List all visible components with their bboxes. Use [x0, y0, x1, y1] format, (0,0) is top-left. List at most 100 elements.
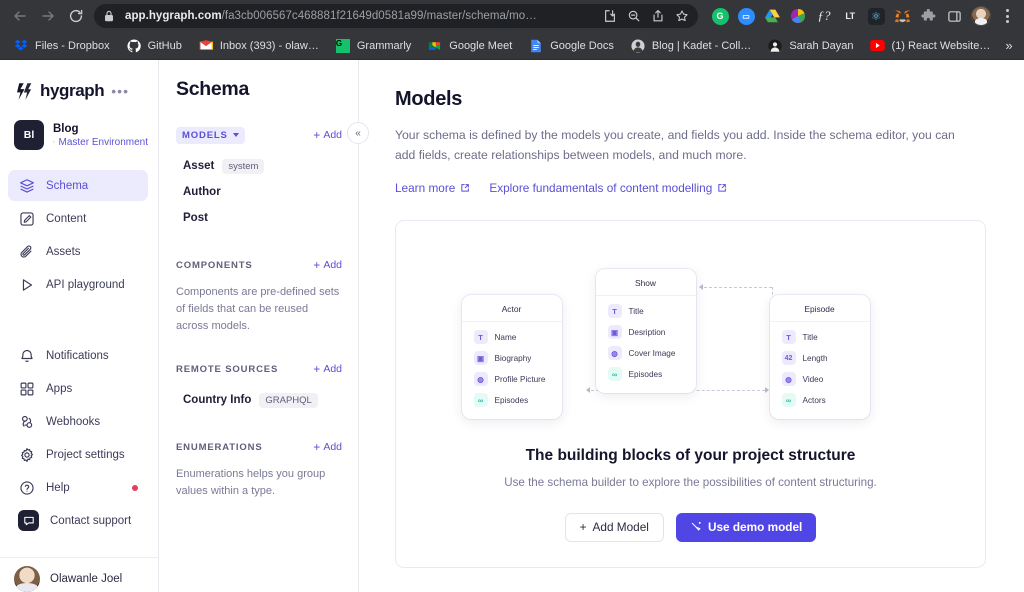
project-name: Blog — [53, 122, 79, 135]
environment-label: Master Environment — [58, 136, 148, 148]
help-links: Learn more Explore fundamentals of conte… — [395, 181, 986, 195]
search-icon[interactable] — [622, 5, 646, 27]
section-title: ENUMERATIONS — [176, 441, 263, 453]
fontanello-extension-icon[interactable]: ƒ? — [812, 4, 836, 28]
sidebar-item-schema[interactable]: Schema — [8, 170, 148, 201]
asset-field-icon: ◍ — [781, 372, 796, 387]
list-item[interactable]: Asset system — [176, 153, 342, 179]
section-label-components: COMPONENTS — [176, 260, 253, 271]
sidebar-item-assets[interactable]: Assets — [8, 236, 148, 267]
bookmark-item[interactable]: Google Docs — [521, 35, 621, 57]
project-switcher[interactable]: Bl Blog Master Environment — [0, 106, 158, 160]
hygraph-mark-icon — [17, 82, 32, 100]
install-icon[interactable] — [598, 5, 622, 27]
list-item[interactable]: Post — [176, 205, 342, 231]
section-models: MODELS + Add Asset system Author Post — [176, 125, 342, 231]
list-item[interactable]: Country Info GRAPHQL — [176, 387, 342, 413]
reload-icon[interactable] — [62, 2, 90, 30]
google-meet-icon — [427, 38, 443, 54]
bookmark-item[interactable]: Google Meet — [420, 35, 519, 57]
branch-icon — [53, 141, 55, 143]
add-component-button[interactable]: + Add — [313, 259, 342, 271]
grammarly-extension-icon[interactable]: G — [708, 4, 732, 28]
sidebar-item-project-settings[interactable]: Project settings — [8, 439, 148, 470]
forward-arrow-icon[interactable] — [34, 2, 62, 30]
field-label: Actors — [802, 395, 826, 405]
bookmark-item[interactable]: GitHub — [119, 35, 189, 57]
bookmark-label: Grammarly — [356, 39, 412, 52]
field-label: Profile Picture — [494, 374, 546, 384]
project-environment[interactable]: Master Environment — [53, 137, 148, 148]
section-header: MODELS + Add — [176, 125, 342, 145]
chevron-down-icon — [232, 133, 239, 137]
metamask-extension-icon[interactable] — [890, 4, 914, 28]
bookmark-star-icon[interactable] — [670, 5, 694, 27]
google-drive-extension-icon[interactable] — [760, 4, 784, 28]
sidebar-item-label: Help — [46, 481, 70, 494]
webhook-icon — [18, 413, 35, 430]
richtext-field-icon: ▣ — [473, 351, 488, 366]
diagram-node-episode: Episode T Title 42 Length ◍ Video ∞ Acto… — [769, 294, 870, 419]
section-title: COMPONENTS — [176, 259, 253, 271]
address-bar[interactable]: app.hygraph.com/fa3cb006567c468881f21649… — [94, 4, 698, 28]
link-label: Explore fundamentals of content modellin… — [489, 180, 713, 195]
add-model-button[interactable]: + Add — [313, 129, 342, 141]
add-remote-source-button[interactable]: + Add — [313, 363, 342, 375]
youtube-icon — [870, 38, 886, 54]
bookmark-item[interactable]: G Grammarly — [328, 35, 418, 57]
bookmark-item[interactable]: Sarah Dayan — [760, 35, 860, 57]
sidebar-item-webhooks[interactable]: Webhooks — [8, 406, 148, 437]
external-link-icon — [461, 183, 470, 192]
chrome-menu-icon[interactable] — [996, 9, 1018, 23]
add-label: Add — [323, 441, 342, 454]
brand-logo[interactable]: hygraph ••• — [0, 60, 158, 106]
sidebar-item-notifications[interactable]: Notifications — [8, 340, 148, 371]
languagetool-extension-icon[interactable]: LT — [838, 4, 862, 28]
left-navigation: hygraph ••• Bl Blog Master Environment S… — [0, 60, 159, 592]
reference-field-icon: ∞ — [607, 367, 622, 382]
node-field: T Title — [596, 301, 696, 322]
use-demo-model-button[interactable]: Use demo model — [675, 512, 817, 542]
browser-toolbar: app.hygraph.com/fa3cb006567c468881f21649… — [0, 0, 1024, 32]
back-arrow-icon[interactable] — [6, 2, 34, 30]
user-account-row[interactable]: Olawanle Joel — [0, 557, 158, 592]
sidebar-item-label: Content — [46, 212, 87, 225]
reference-field-icon: ∞ — [781, 393, 796, 408]
explore-fundamentals-link[interactable]: Explore fundamentals of content modellin… — [489, 181, 727, 195]
sidebar-item-api-playground[interactable]: API playground — [8, 269, 148, 300]
field-label: Title — [628, 306, 644, 316]
side-panel-icon[interactable] — [942, 4, 966, 28]
plus-icon: + — [313, 362, 321, 377]
sidebar-item-help[interactable]: Help — [8, 472, 148, 503]
bookmarks-overflow-button[interactable]: » — [999, 38, 1018, 53]
share-icon[interactable] — [646, 5, 670, 27]
section-label-models[interactable]: MODELS — [176, 126, 245, 144]
add-enumeration-button[interactable]: + Add — [313, 441, 342, 453]
collapse-panel-button[interactable]: « — [347, 122, 369, 144]
node-field: ◍ Video — [770, 369, 870, 390]
bookmark-item[interactable]: Inbox (393) - olaw… — [191, 35, 326, 57]
wand-icon — [691, 522, 701, 531]
sidebar-item-content[interactable]: Content — [8, 203, 148, 234]
list-item[interactable]: Author — [176, 179, 342, 205]
color-picker-extension-icon[interactable] — [786, 4, 810, 28]
react-devtools-extension-icon[interactable]: ⚛ — [864, 4, 888, 28]
model-tag: system — [222, 158, 265, 174]
empty-state-actions: + Add Model Use demo model — [564, 512, 817, 542]
sidebar-item-apps[interactable]: Apps — [8, 373, 148, 404]
bookmark-item[interactable]: Files - Dropbox — [6, 35, 117, 57]
divider — [769, 320, 870, 322]
add-label: Add — [323, 259, 342, 271]
profile-avatar[interactable] — [968, 3, 994, 29]
brand-more-icon[interactable]: ••• — [111, 84, 129, 98]
add-model-button[interactable]: + Add Model — [564, 512, 664, 542]
bookmark-item[interactable]: (1) React Website… — [863, 35, 998, 57]
section-title: MODELS — [182, 129, 228, 141]
bookmark-label: GitHub — [147, 39, 182, 52]
bookmark-item[interactable]: Blog | Kadet - Coll… — [623, 35, 758, 57]
sidebar-item-contact-support[interactable]: Contact support — [8, 505, 148, 536]
extensions-puzzle-icon[interactable] — [916, 4, 940, 28]
learn-more-link[interactable]: Learn more — [395, 181, 470, 195]
zoom-extension-icon[interactable]: ▭ — [734, 4, 758, 28]
extensions-row: G ▭ ƒ? LT ⚛ — [704, 3, 1018, 29]
